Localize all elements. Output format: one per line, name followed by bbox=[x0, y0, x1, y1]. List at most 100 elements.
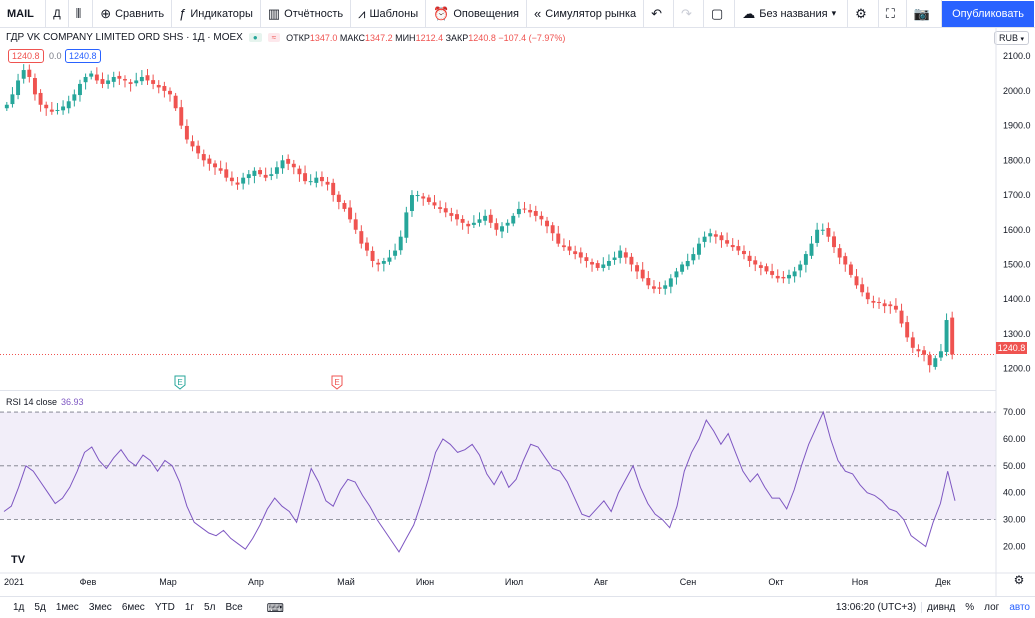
fx-icon: ƒ bbox=[179, 6, 187, 21]
candle-body bbox=[421, 196, 426, 199]
redo-button[interactable]: ↷ bbox=[674, 0, 703, 28]
open-value: 1347.0 bbox=[309, 32, 338, 43]
alerts-label: Оповещения bbox=[453, 7, 520, 20]
candle-body bbox=[455, 214, 459, 220]
candle-body bbox=[567, 246, 572, 251]
candle-body bbox=[241, 177, 246, 184]
alerts-button[interactable]: ⏰ Оповещения bbox=[426, 0, 528, 28]
range-button-0[interactable]: 1д bbox=[8, 602, 29, 613]
candle-body bbox=[696, 243, 701, 255]
candle-body bbox=[426, 197, 431, 202]
candle-body bbox=[258, 170, 263, 175]
range-button-8[interactable]: Все bbox=[220, 602, 247, 613]
candle-body bbox=[393, 250, 398, 256]
candle-body bbox=[685, 261, 690, 267]
time-tick-label: 2021 bbox=[4, 577, 24, 587]
templates-button[interactable]: ⩘ Шаблоны bbox=[351, 0, 427, 28]
symbol-search[interactable]: MAIL bbox=[0, 0, 47, 28]
range-button-4[interactable]: 6мес bbox=[117, 602, 150, 613]
indicators-button[interactable]: ƒ Индикаторы bbox=[172, 0, 261, 28]
candles-series bbox=[4, 64, 955, 373]
reports-button[interactable]: ▥ Отчётность bbox=[261, 0, 352, 28]
range-button-3[interactable]: 3мес bbox=[84, 602, 117, 613]
chart-type-button[interactable]: ⫴ bbox=[69, 0, 94, 28]
calendar-icon[interactable]: ⌨ bbox=[262, 601, 289, 615]
screenshot-button[interactable]: 📷 bbox=[907, 0, 943, 28]
log-toggle[interactable]: лог bbox=[979, 602, 1004, 613]
candle-body bbox=[629, 256, 634, 265]
percent-toggle[interactable]: % bbox=[960, 602, 979, 613]
candle-body bbox=[263, 174, 268, 178]
range-button-6[interactable]: 1г bbox=[180, 602, 199, 613]
rsi-tick-label: 30.00 bbox=[1003, 515, 1026, 525]
price-tick-label: 1200.0 bbox=[1003, 364, 1031, 374]
settings-button[interactable]: ⚙ bbox=[848, 0, 879, 28]
candle-body bbox=[865, 292, 870, 300]
candle-body bbox=[398, 236, 403, 251]
candle-body bbox=[128, 82, 133, 84]
camera-icon: 📷 bbox=[913, 5, 931, 21]
compare-button[interactable]: ⊕ Сравнить bbox=[93, 0, 173, 28]
time-tick-label: Фев bbox=[80, 577, 97, 587]
candle-body bbox=[61, 106, 66, 111]
range-button-5[interactable]: YTD bbox=[150, 602, 180, 613]
range-button-2[interactable]: 1мес bbox=[51, 602, 84, 613]
candle-body bbox=[623, 252, 628, 258]
candle-body bbox=[66, 101, 71, 109]
candle-body bbox=[803, 254, 808, 265]
candle-body bbox=[117, 75, 122, 79]
candle-body bbox=[16, 80, 21, 96]
currency-selector[interactable]: RUB ▾ bbox=[993, 31, 1029, 45]
price-tick-label: 1700.0 bbox=[1003, 190, 1031, 200]
layout-name-button[interactable]: ☁ Без названия ▾ bbox=[735, 0, 849, 28]
price-tick-label: 1600.0 bbox=[1003, 225, 1031, 235]
candle-body bbox=[432, 202, 437, 206]
price-chart[interactable]: 2100.0 2000.0 1900.0 1800.0 1700.0 1600.0 1500… bbox=[0, 0, 1035, 596]
candle-body bbox=[83, 76, 88, 83]
publish-button[interactable]: Опубликовать bbox=[942, 0, 1034, 27]
candle-body bbox=[702, 236, 707, 242]
candle-body bbox=[950, 317, 955, 355]
fullscreen-icon: ⛶ bbox=[885, 5, 895, 21]
candle-body bbox=[893, 305, 898, 310]
price-tick-label: 2000.0 bbox=[1003, 86, 1031, 96]
interval-button[interactable]: Д bbox=[46, 0, 69, 28]
clock-time[interactable]: 13:06:20 (UTC+3) bbox=[831, 602, 921, 613]
candle-body bbox=[342, 203, 347, 209]
currency-label: RUB bbox=[998, 33, 1018, 43]
gear-icon[interactable]: ⚙ bbox=[1014, 573, 1025, 587]
candle-body bbox=[730, 245, 735, 248]
ask-price-box[interactable]: 1240.8 bbox=[65, 49, 101, 63]
rsi-band-fill bbox=[0, 412, 996, 520]
candle-body bbox=[471, 222, 476, 225]
fullscreen-button[interactable]: ⛶ bbox=[879, 0, 907, 28]
pane-separator[interactable] bbox=[0, 390, 996, 391]
candle-body bbox=[173, 95, 178, 109]
candle-body bbox=[55, 109, 60, 111]
candle-body bbox=[792, 271, 797, 277]
range-button-1[interactable]: 5д bbox=[29, 602, 50, 613]
high-value: 1347.2 bbox=[365, 32, 393, 43]
candle-body bbox=[111, 76, 116, 82]
low-label: МИН bbox=[395, 32, 416, 43]
price-axis: 2100.0 2000.0 1900.0 1800.0 1700.0 1600.0 1500… bbox=[0, 51, 1031, 374]
candle-body bbox=[483, 215, 488, 221]
bid-price-box[interactable]: 1240.8 bbox=[8, 49, 44, 63]
layout-toggle-button[interactable]: ▢ bbox=[702, 0, 736, 28]
undo-button[interactable]: ↶ bbox=[644, 0, 675, 28]
candle-body bbox=[843, 256, 848, 265]
candle-body bbox=[280, 160, 285, 169]
earnings-marker[interactable]: E bbox=[331, 375, 343, 390]
replay-button[interactable]: «Симулятор рынка bbox=[527, 0, 645, 28]
candle-body bbox=[27, 69, 32, 77]
auto-toggle[interactable]: авто bbox=[1004, 602, 1035, 613]
range-button-7[interactable]: 5л bbox=[199, 602, 220, 613]
candle-body bbox=[770, 271, 775, 275]
candle-body bbox=[218, 168, 223, 171]
candle-body bbox=[922, 350, 927, 355]
candle-body bbox=[348, 207, 353, 220]
candle-body bbox=[162, 86, 167, 91]
dividends-toggle[interactable]: дивнд bbox=[921, 602, 960, 613]
candle-body bbox=[370, 250, 375, 262]
earnings-marker[interactable]: E bbox=[174, 375, 186, 390]
